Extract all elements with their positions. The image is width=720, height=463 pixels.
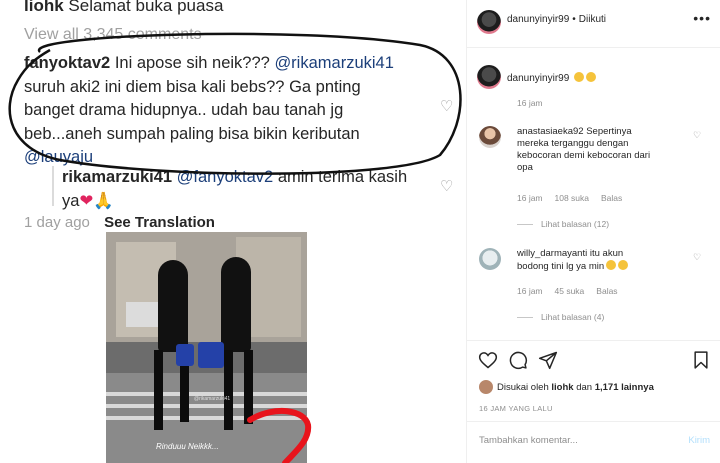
- heart-icon[interactable]: [478, 350, 498, 370]
- follow-status[interactable]: Diikuti: [579, 14, 606, 25]
- comment-1-line1: Sepertinya: [586, 126, 632, 137]
- divider: [467, 340, 720, 341]
- more-options-icon[interactable]: •••: [693, 10, 711, 26]
- grin-emoji-icon: [586, 72, 597, 82]
- comment-1-time: 16 jam: [517, 193, 543, 203]
- comment-1-line2: mereka terganggu dengan: [517, 138, 629, 149]
- comment-1: anastasiaeka92 Sepertinya mereka tergang…: [517, 126, 697, 174]
- liked-user[interactable]: liohk: [551, 382, 573, 393]
- post-header: danunyinyir99 • Diikuti •••: [467, 0, 720, 48]
- comment-2: willy_darmayanti itu akun bodong tini lg…: [517, 248, 697, 273]
- bookmark-icon[interactable]: [691, 350, 711, 370]
- caption-time: 16 jam: [517, 98, 543, 108]
- comment-2-line1: itu akun: [589, 248, 624, 259]
- liked-suffix: dan: [576, 382, 593, 393]
- share-icon[interactable]: [538, 350, 558, 370]
- comment-avatar[interactable]: [479, 126, 501, 148]
- comment-like-icon[interactable]: ♡: [693, 130, 701, 141]
- send-comment-button[interactable]: Kirim: [688, 435, 710, 446]
- comment-2-likes[interactable]: 45 suka: [555, 286, 585, 296]
- comment-1-meta: 16 jam 108 suka Balas: [517, 193, 634, 203]
- comment-avatar[interactable]: [479, 248, 501, 270]
- comment-2-view-replies[interactable]: Lihat balasan (4): [517, 312, 604, 322]
- comment-2-line2: bodong tini lg ya min: [517, 261, 605, 272]
- comment-2-user[interactable]: willy_darmayanti: [517, 248, 587, 259]
- add-comment-input[interactable]: Tambahkan komentar...: [479, 435, 578, 446]
- comment-1-likes[interactable]: 108 suka: [555, 193, 590, 203]
- comment-1-reply[interactable]: Balas: [601, 193, 622, 203]
- comment-2-time: 16 jam: [517, 286, 543, 296]
- comment-like-icon[interactable]: ♡: [693, 252, 701, 263]
- post-date: 16 JAM YANG LALU: [479, 404, 553, 413]
- post-username[interactable]: danunyinyir99: [507, 14, 569, 25]
- comment-1-line3: kebocoran demi kebocoran dari: [517, 150, 651, 161]
- caption: danunyinyir99: [507, 72, 597, 84]
- comment-2-reply[interactable]: Balas: [596, 286, 617, 296]
- caption-avatar[interactable]: [477, 65, 501, 89]
- post-header-info: danunyinyir99 • Diikuti: [507, 14, 607, 25]
- avatar[interactable]: [477, 10, 501, 34]
- comment-1-user[interactable]: anastasiaeka92: [517, 126, 584, 137]
- red-scribble: [247, 407, 312, 463]
- liked-count[interactable]: 1,171 lainnya: [595, 382, 654, 393]
- comment-2-meta: 16 jam 45 suka Balas: [517, 286, 630, 296]
- grin-emoji-icon: [618, 260, 629, 270]
- comment-1-view-replies[interactable]: Lihat balasan (12): [517, 219, 609, 229]
- grin-emoji-icon: [606, 260, 617, 270]
- grin-emoji-icon: [574, 72, 585, 82]
- post-panel: danunyinyir99 • Diikuti ••• danunyinyir99 …: [466, 0, 720, 463]
- liked-prefix: Disukai oleh: [497, 382, 549, 393]
- divider: [467, 421, 720, 422]
- comment-1-line4: opa: [517, 162, 533, 173]
- liker-avatar[interactable]: [479, 380, 493, 394]
- comment-icon[interactable]: [508, 350, 528, 370]
- liked-by: Disukai oleh liohk dan 1,171 lainnya: [497, 382, 654, 393]
- caption-username[interactable]: danunyinyir99: [507, 73, 569, 84]
- embedded-screenshot: liohk Selamat buka puasa View all 3,345 …: [0, 0, 465, 463]
